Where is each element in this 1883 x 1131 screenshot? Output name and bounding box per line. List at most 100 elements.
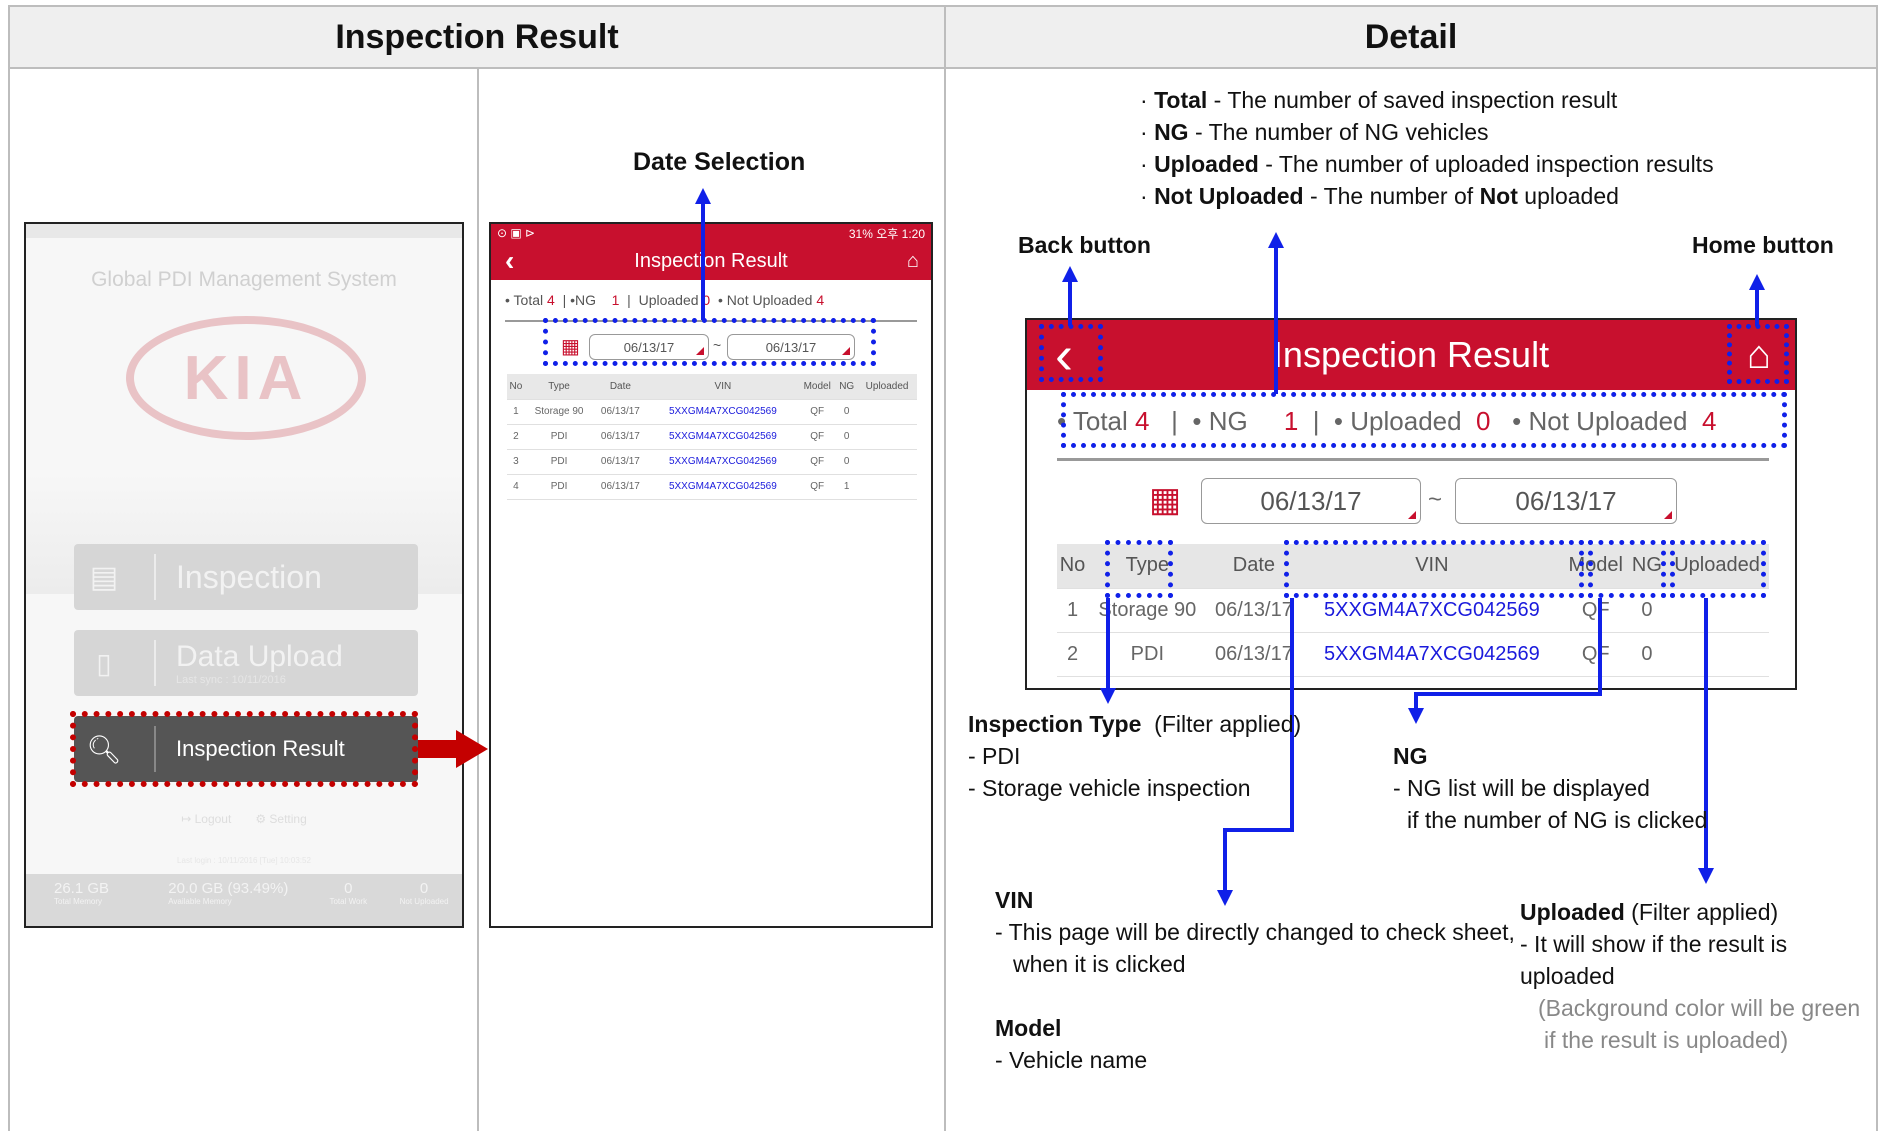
red-arrow-shaft — [418, 740, 458, 758]
home-button-label: Home button — [1692, 232, 1834, 258]
table-cell-model: QF — [798, 399, 837, 425]
table-body: 1 Storage 90 06/13/17 5XXGM4A7XCG042569 QF 0 2… — [507, 399, 917, 500]
date-to-field[interactable]: 06/13/17 — [1455, 478, 1677, 524]
column-header[interactable]: Model — [798, 374, 837, 400]
table-cell-type: Storage 90 — [524, 399, 594, 425]
column-header[interactable]: No — [507, 374, 525, 400]
home-icon[interactable]: ⌂ — [907, 250, 919, 273]
status-right: 31% 오후 1:20 — [848, 226, 925, 241]
clipboard-car-icon: ▤ — [89, 560, 119, 594]
table-cell-date: 06/13/17 — [593, 474, 648, 500]
ng-count[interactable]: 1 — [612, 292, 620, 308]
summary-row: • Total 4 | •NG 1 | Uploaded 0 • Not Upl… — [505, 292, 825, 308]
legend-text: uploaded — [1517, 183, 1619, 209]
table-row[interactable]: 2 PDI 06/13/17 5XXGM4A7XCG042569 QF 0 — [507, 424, 917, 450]
legend-text: - The number of — [1303, 183, 1480, 209]
left-column-header: Inspection Result — [8, 5, 946, 69]
table-row[interactable]: 2 PDI 06/13/17 5XXGM4A7XCG042569 QF 0 — [1057, 632, 1769, 677]
note-title: VIN — [995, 887, 1034, 913]
notification-icons: ⊙ ▣ ⊳ — [497, 226, 536, 240]
highlight-date-selection — [543, 318, 876, 366]
not-uploaded-label: Not Uploaded — [726, 292, 813, 308]
note-line: - It will show if the result is uploaded — [1520, 931, 1788, 989]
data-upload-button[interactable]: ▯ Data Upload Last sync : 10/11/2016 — [74, 630, 418, 696]
column-header[interactable]: Uploaded — [857, 374, 917, 400]
arrow-type-shaft — [1106, 598, 1110, 690]
table-cell-date: 06/13/17 — [593, 424, 648, 450]
table-cell-uploaded — [857, 424, 917, 450]
total-count[interactable]: 4 — [547, 292, 555, 308]
table-cell-no: 1 — [1057, 588, 1089, 633]
table-cell-model: QF — [1562, 632, 1629, 677]
highlight-vin — [1284, 540, 1584, 598]
table-row[interactable]: 4 PDI 06/13/17 5XXGM4A7XCG042569 QF 1 — [507, 474, 917, 500]
detail-title-bar: ‹ Inspection Result ⌂ — [1027, 320, 1795, 390]
table-cell-uploaded — [1665, 632, 1769, 677]
last-sync: Last sync : 10/11/2016 — [176, 674, 286, 686]
title-bar: ‹ Inspection Result ⌂ — [491, 242, 931, 280]
stats-bar: 26.1 GB Total Memory 20.0 GB (93.49%) Avai… — [26, 874, 462, 926]
arrow-home-head — [1749, 274, 1765, 290]
arrow-back-head — [1062, 266, 1078, 282]
divider-main — [944, 69, 946, 1131]
column-header[interactable]: Type — [524, 374, 594, 400]
right-header-text: Detail — [1364, 17, 1458, 56]
note-vin: VIN - This page will be directly changed… — [995, 884, 1515, 980]
table-cell-ng[interactable]: 0 — [836, 424, 858, 450]
status-bar — [26, 224, 462, 238]
ng-label: NG — [575, 292, 597, 308]
table-cell-vin[interactable]: 5XXGM4A7XCG042569 — [647, 449, 799, 475]
table-row[interactable]: 1 Storage 90 06/13/17 5XXGM4A7XCG042569 QF 0 — [507, 399, 917, 425]
note-uploaded: Uploaded (Filter applied) - It will show… — [1520, 896, 1883, 1056]
note-title: Uploaded — [1520, 899, 1625, 925]
column-header[interactable]: Date — [593, 374, 648, 400]
table-cell-vin[interactable]: 5XXGM4A7XCG042569 — [647, 399, 799, 425]
note-line: - PDI — [968, 743, 1021, 769]
arrow-ng-head — [1408, 708, 1424, 724]
table-cell-vin[interactable]: 5XXGM4A7XCG042569 — [1301, 632, 1563, 677]
column-header[interactable]: VIN — [647, 374, 799, 400]
table-cell-ng[interactable]: 0 — [836, 399, 858, 425]
arrow-type-head — [1100, 688, 1116, 704]
table-row[interactable]: 3 PDI 06/13/17 5XXGM4A7XCG042569 QF 0 — [507, 449, 917, 475]
stat-unit: GB (93.49%) — [201, 880, 289, 897]
arrow-vin-elbow — [1223, 828, 1294, 832]
legend-term: Total — [1154, 87, 1208, 113]
date-to-text: 06/13/17 — [1515, 485, 1617, 516]
legend-text: - The number of NG vehicles — [1188, 119, 1489, 145]
table-cell-no: 3 — [507, 449, 525, 475]
table-cell-vin[interactable]: 5XXGM4A7XCG042569 — [647, 424, 799, 450]
logout-link[interactable]: ↦ Logout — [181, 812, 231, 826]
date-from-field[interactable]: 06/13/17 — [1201, 478, 1421, 524]
btn-divider — [154, 640, 156, 686]
stat-total-work: 0 Total Work — [310, 874, 386, 926]
legend-text: - The number of uploaded inspection resu… — [1258, 151, 1714, 177]
note-line: - Vehicle name — [995, 1047, 1148, 1073]
table-cell-type: PDI — [524, 424, 594, 450]
detail-screen: ‹ Inspection Result ⌂ • Total 4 | • NG 1… — [1025, 318, 1797, 690]
column-header[interactable]: NG — [836, 374, 858, 400]
date-from-text: 06/13/17 — [1260, 485, 1362, 516]
table-cell-vin[interactable]: 5XXGM4A7XCG042569 — [647, 474, 799, 500]
not-uploaded-count[interactable]: 4 — [816, 292, 824, 308]
calendar-icon[interactable]: ▦ — [1149, 480, 1181, 520]
stat-unit: GB — [87, 880, 110, 897]
note-line: if the number of NG is clicked — [1407, 807, 1708, 833]
setting-link[interactable]: ⚙ Setting — [255, 812, 306, 826]
date-selection-label: Date Selection — [633, 148, 806, 176]
arrow-date-head — [695, 188, 711, 204]
back-icon[interactable]: ‹ — [505, 245, 514, 277]
inspection-button[interactable]: ▤ Inspection — [74, 544, 418, 610]
result-table-grid: No Type Date VIN Model NG Uploaded 1 Storage 90… — [507, 374, 917, 500]
table-cell-ng[interactable]: 0 — [836, 449, 858, 475]
legend-not-uploaded: · Not Uploaded - The number of Not uploa… — [1140, 183, 1619, 209]
note-line: - Storage vehicle inspection — [968, 775, 1251, 801]
column-header[interactable]: No — [1057, 544, 1089, 589]
dropdown-corner-icon — [1664, 511, 1672, 519]
table-cell-ng[interactable]: 0 — [1628, 632, 1666, 677]
arrow-summary-shaft — [1274, 244, 1278, 394]
btn-divider — [154, 554, 156, 600]
table-cell-ng[interactable]: 1 — [836, 474, 858, 500]
arrow-back-shaft — [1068, 278, 1072, 326]
main-menu-screen: Global PDI Management System KIA ▤ Inspe… — [24, 222, 464, 928]
